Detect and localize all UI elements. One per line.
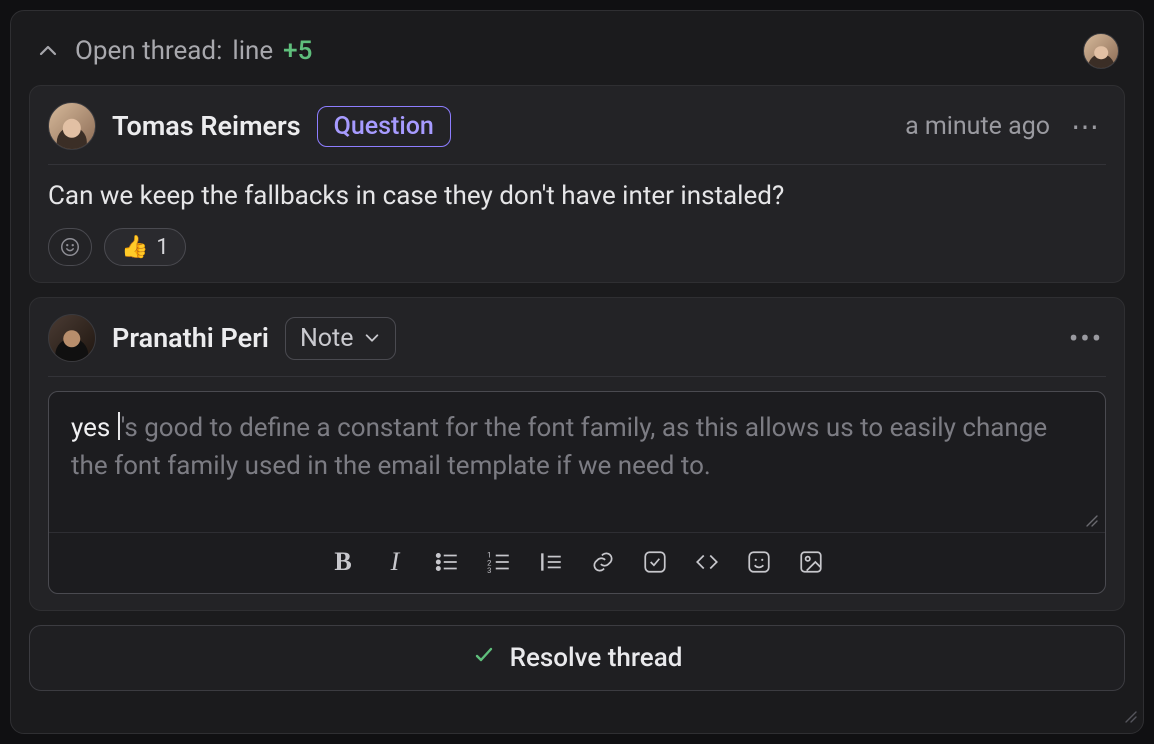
- text-cursor: [118, 412, 120, 440]
- thread-panel: Open thread: line +5 Tomas Reimers Quest…: [10, 10, 1144, 734]
- participant-avatar[interactable]: [1083, 33, 1119, 69]
- collapse-icon[interactable]: [35, 38, 61, 64]
- bullet-list-button[interactable]: [432, 547, 462, 577]
- compose-more-menu[interactable]: •••: [1066, 323, 1106, 353]
- comment-type-label: Note: [300, 324, 354, 353]
- comment-more-menu[interactable]: ⋯: [1066, 111, 1106, 141]
- quote-button[interactable]: [536, 547, 566, 577]
- code-button[interactable]: [692, 547, 722, 577]
- comment-textarea[interactable]: yes 's good to define a constant for the…: [49, 392, 1105, 512]
- check-icon: [472, 643, 496, 674]
- reaction-bar: 👍 1: [48, 228, 1106, 266]
- comment-author-name: Tomas Reimers: [112, 110, 301, 142]
- resolve-label: Resolve thread: [510, 643, 683, 673]
- placeholder-continuation: 's good to define a constant for the fon…: [71, 413, 1047, 481]
- compose-author-avatar[interactable]: [48, 314, 96, 362]
- thread-title: Open thread: line +5: [75, 36, 312, 66]
- comment-editor: yes 's good to define a constant for the…: [48, 391, 1106, 594]
- comment-body: Can we keep the fallbacks in case they d…: [48, 179, 1106, 214]
- comment-tag[interactable]: Question: [317, 106, 451, 147]
- reaction-emoji: 👍: [121, 235, 148, 260]
- thread-header: Open thread: line +5: [29, 29, 1125, 71]
- chevron-down-icon: [363, 329, 381, 347]
- reaction-thumbs-up[interactable]: 👍 1: [104, 228, 186, 266]
- link-button[interactable]: [588, 547, 618, 577]
- thread-title-line-word: line: [232, 36, 273, 66]
- numbered-list-button[interactable]: 123: [484, 547, 514, 577]
- compose-header: Pranathi Peri Note •••: [48, 314, 1106, 377]
- emoji-button[interactable]: [744, 547, 774, 577]
- thread-title-prefix: Open thread:: [75, 36, 222, 66]
- comment-author-avatar[interactable]: [48, 102, 96, 150]
- add-reaction-button[interactable]: [48, 228, 92, 266]
- typed-text: yes: [71, 413, 117, 443]
- comment-card: Tomas Reimers Question a minute ago ⋯ Ca…: [29, 85, 1125, 283]
- italic-button[interactable]: I: [380, 547, 410, 577]
- editor-resize-handle[interactable]: [1085, 512, 1105, 532]
- image-button[interactable]: [796, 547, 826, 577]
- task-list-button[interactable]: [640, 547, 670, 577]
- thread-title-line-number: +5: [283, 36, 312, 66]
- comment-header: Tomas Reimers Question a minute ago ⋯: [48, 102, 1106, 165]
- compose-card: Pranathi Peri Note ••• yes 's good to de…: [29, 297, 1125, 611]
- reaction-count: 1: [156, 235, 168, 260]
- svg-text:3: 3: [487, 566, 491, 575]
- resolve-thread-button[interactable]: Resolve thread: [29, 625, 1125, 691]
- bold-button[interactable]: B: [328, 547, 358, 577]
- comment-type-dropdown[interactable]: Note: [285, 317, 397, 360]
- comment-timestamp: a minute ago: [905, 112, 1050, 141]
- editor-toolbar: B I 123: [49, 533, 1105, 593]
- compose-author-name: Pranathi Peri: [112, 322, 269, 354]
